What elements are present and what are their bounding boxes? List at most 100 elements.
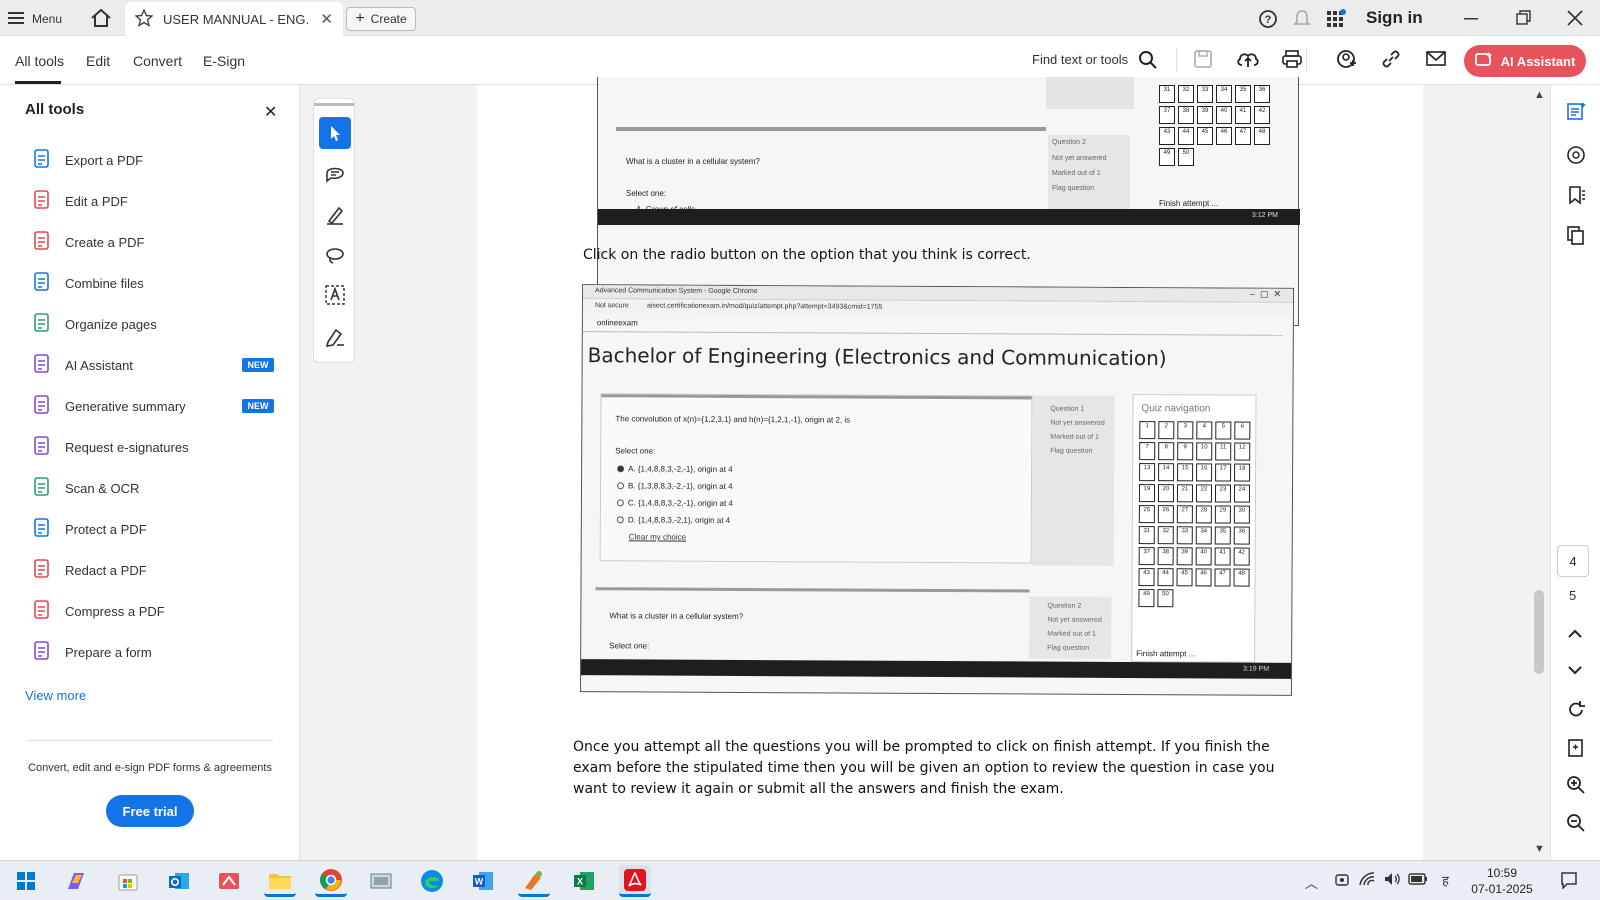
tool-item[interactable]: Prepare a form [33,640,152,664]
taskbar-clock[interactable]: 10:59 07-01-2025 [1470,865,1534,897]
tool-item[interactable]: Create a PDF [33,230,144,254]
battery-icon[interactable] [1408,872,1428,891]
tool-item-label: Scan & OCR [65,480,140,496]
meet-now-icon[interactable] [1334,872,1350,893]
excel-icon[interactable]: X [568,865,600,897]
notifications-icon[interactable] [1560,871,1578,894]
comment-icon[interactable] [319,157,351,189]
restore-icon[interactable] [1514,9,1532,32]
document-tab[interactable]: USER MANNUAL - ENG... ✕ [125,2,343,36]
tool-item[interactable]: Export a PDF [33,148,143,172]
wifi-icon[interactable] [1358,871,1376,892]
quiz-nav-cell: 44 [1157,568,1174,587]
comments-icon[interactable] [1566,145,1586,170]
close-tab-icon[interactable]: ✕ [320,10,333,28]
outlook-icon[interactable] [163,865,195,897]
tab-all-tools[interactable]: All tools [15,53,64,69]
sign-in-link[interactable]: Sign in [1366,8,1423,28]
link-icon[interactable] [1381,49,1401,74]
share-user-icon[interactable] [1335,48,1357,75]
word-icon[interactable]: W [467,865,499,897]
acrobat-icon[interactable] [619,865,651,897]
menu-button[interactable]: Menu [8,7,62,31]
quiz-nav-cell: 19 [1138,484,1156,503]
volume-icon[interactable] [1383,871,1401,892]
quiz-nav-cell: 32 [1157,526,1174,545]
tool-item[interactable]: Organize pages [33,312,157,336]
chrome-icon[interactable] [315,865,347,897]
star-icon[interactable] [134,7,154,30]
zoom-out-icon[interactable] [1566,813,1586,838]
screenshot-clock-1: 3:12 PM [1251,212,1278,219]
close-window-icon[interactable] [1566,9,1584,32]
view-more-link[interactable]: View more [25,688,86,703]
page-down-icon[interactable] [1566,663,1584,682]
print-icon[interactable] [1281,49,1303,74]
windows-start-icon[interactable] [10,865,42,897]
refresh-icon[interactable] [1566,700,1586,725]
finish-attempt-link-2: Finish attempt ... [1136,649,1196,659]
next-page-number[interactable]: 5 [1569,588,1576,603]
select-one-label-2: Select one: [615,446,656,456]
copilot-icon[interactable] [60,865,92,897]
create-button[interactable]: + Create [346,7,416,31]
scroll-up-arrow[interactable]: ▲ [1534,89,1545,101]
bookmark-icon[interactable] [1566,185,1586,210]
scrollbar-thumb[interactable] [1534,590,1544,674]
tool-item-label: Compress a PDF [65,603,165,619]
tool-item[interactable]: Combine files [33,271,144,295]
find-tools-label[interactable]: Find text or tools [1032,52,1128,67]
microsoft-store-icon[interactable] [112,865,144,897]
file-explorer-icon[interactable] [264,865,296,897]
tab-edit[interactable]: Edit [86,53,110,69]
pages-icon[interactable] [1566,225,1586,250]
tool-item[interactable]: Generative summary [33,394,186,418]
tool-item[interactable]: Redact a PDF [33,558,147,582]
create-label: Create [370,12,407,26]
tool-item[interactable]: Scan & OCR [33,476,139,500]
ai-summary-icon[interactable] [1566,101,1586,126]
quiz-nav-cell: 5 [1215,421,1232,440]
document-scrollbar[interactable]: ▲ ▼ [1528,85,1550,860]
language-indicator-icon[interactable]: ह [1442,871,1449,889]
tray-chevron-icon[interactable]: ︿ [1305,873,1318,892]
help-icon[interactable]: ? [1258,9,1278,34]
sign-pen-icon[interactable] [319,321,351,353]
page-fit-icon[interactable] [1566,738,1586,763]
page-up-icon[interactable] [1566,627,1584,646]
email-icon[interactable] [1426,50,1446,73]
snipping-tool-icon[interactable] [213,865,245,897]
zoom-in-icon[interactable] [1566,775,1586,800]
text-box-icon[interactable] [319,279,351,311]
browser-window-title: Advanced Communication System - Google C… [595,287,758,296]
free-trial-button[interactable]: Free trial [106,795,194,827]
paint-app-icon[interactable] [518,865,550,897]
save-icon[interactable] [1193,49,1213,74]
tab-e-sign[interactable]: E-Sign [203,53,245,69]
tool-item[interactable]: Request e-signatures [33,435,189,459]
bell-icon[interactable] [1293,9,1311,34]
current-page-box[interactable]: 4 [1557,545,1589,577]
scroll-down-arrow[interactable]: ▼ [1534,843,1545,855]
tool-item[interactable]: AI Assistant [33,353,133,377]
minimize-icon[interactable] [1462,9,1480,32]
tool-item[interactable]: Edit a PDF [33,189,128,213]
highlight-pen-icon[interactable] [319,199,351,231]
home-icon[interactable] [90,8,112,33]
search-icon[interactable] [1138,50,1158,75]
apps-grid-icon[interactable] [1326,9,1346,34]
plus-icon: + [355,10,365,27]
close-panel-icon[interactable]: ✕ [264,102,277,122]
tool-item[interactable]: Compress a PDF [33,599,165,623]
quiz-nav-cell: 47 [1235,127,1251,145]
quiz-nav-cell: 15 [1177,463,1194,482]
edge-icon[interactable] [416,865,448,897]
network-drive-icon[interactable] [365,865,397,897]
upload-cloud-icon[interactable] [1236,49,1260,74]
tab-convert[interactable]: Convert [133,53,182,69]
select-cursor-icon[interactable] [319,117,351,149]
ai-assistant-button[interactable]: AI Assistant [1464,45,1586,77]
drag-handle[interactable] [314,103,354,106]
draw-lasso-icon[interactable] [319,239,351,271]
tool-item[interactable]: Protect a PDF [33,517,147,541]
